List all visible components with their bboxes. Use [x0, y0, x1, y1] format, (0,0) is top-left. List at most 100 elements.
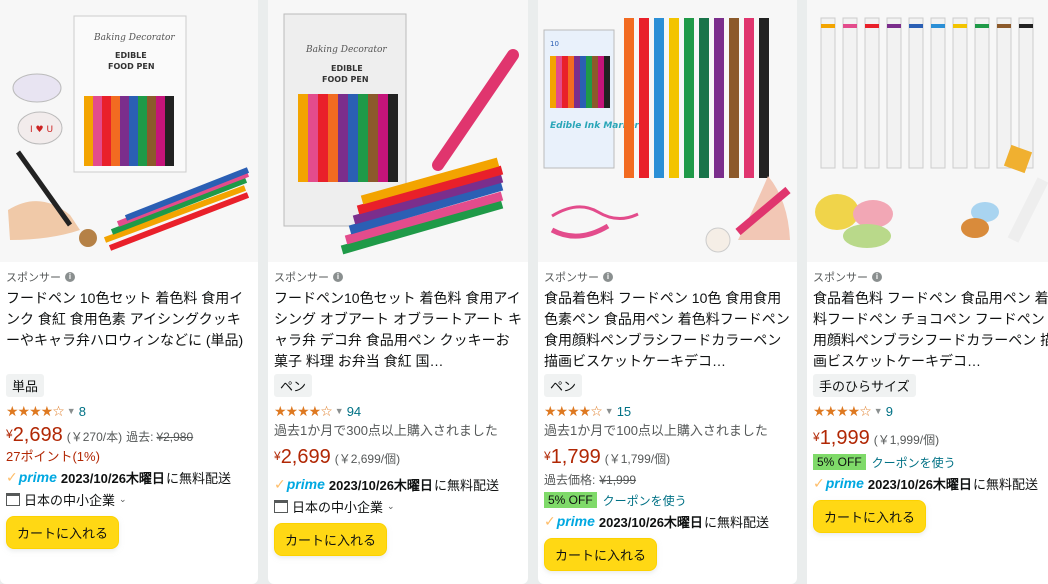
- price[interactable]: 2,699: [281, 446, 331, 469]
- chevron-down-icon[interactable]: ▼: [605, 406, 614, 416]
- prime-check-icon: ✓: [6, 468, 18, 485]
- prime-text: prime: [18, 468, 57, 485]
- prime-check-icon: ✓: [813, 474, 825, 491]
- currency-symbol: ¥: [274, 449, 281, 463]
- review-count[interactable]: 15: [617, 404, 631, 419]
- info-icon[interactable]: i: [65, 272, 75, 282]
- coupon-link[interactable]: クーポンを使う: [603, 492, 687, 509]
- info-icon[interactable]: i: [333, 272, 343, 282]
- product-image[interactable]: Baking Decorator EDIBLE FOOD PEN: [0, 0, 258, 262]
- price[interactable]: 1,799: [551, 446, 601, 469]
- star-icon[interactable]: ★★★★☆: [6, 403, 65, 420]
- price-row[interactable]: ¥ 1,799 (￥1,799/個): [544, 446, 791, 469]
- pens-in-box: [298, 94, 398, 182]
- product-photo: 10 Edible Ink Marker: [538, 0, 797, 262]
- past-price-row: 過去価格: ¥1,999: [544, 471, 791, 488]
- delivery-date: 2023/10/26木曜日: [60, 470, 165, 486]
- small-business-text: 日本の中小企業: [292, 499, 384, 515]
- price-row[interactable]: ¥ 2,699 (￥2,699/個): [274, 446, 522, 469]
- past-price-label: 過去価格:: [544, 473, 596, 487]
- product-card[interactable]: 10 Edible Ink Marker スポンサー i 食品着色料 フードペン…: [538, 0, 797, 584]
- product-title[interactable]: フードペン10色セット 着色料 食用アイシング オブアート オブラートアート キ…: [274, 288, 522, 372]
- product-photo: [807, 0, 1048, 262]
- review-count[interactable]: 8: [79, 404, 86, 419]
- prime-text: prime: [556, 512, 595, 529]
- chevron-down-icon[interactable]: ⌄: [387, 501, 395, 512]
- delivery-date: 2023/10/26木曜日: [867, 476, 972, 492]
- coupon-row[interactable]: 5% OFF クーポンを使う: [813, 452, 1042, 472]
- delivery-row: ✓prime 2023/10/26木曜日 に無料配送: [274, 473, 522, 495]
- variant-chip: 単品: [6, 374, 45, 397]
- delivery-row: ✓prime 2023/10/26木曜日 に無料配送: [544, 510, 791, 532]
- unit-price: (￥270/本): [66, 430, 123, 444]
- price[interactable]: 1,999: [820, 427, 870, 450]
- add-to-cart-button[interactable]: カートに入れる: [6, 516, 120, 549]
- star-icon[interactable]: ★★★★☆: [544, 403, 603, 420]
- prime-check-icon: ✓: [544, 512, 556, 529]
- product-card[interactable]: Baking Decorator EDIBLE FOOD PEN: [0, 0, 258, 584]
- product-title[interactable]: フードペン 10色セット 着色料 食用インク 食紅 食用色素 アイシングクッキー…: [6, 288, 252, 372]
- product-card[interactable]: Baking Decorator EDIBLE FOOD PEN: [268, 0, 528, 584]
- product-image[interactable]: [807, 0, 1048, 262]
- product-photo: Baking Decorator EDIBLE FOOD PEN: [0, 0, 258, 262]
- delivery-row: ✓prime 2023/10/26木曜日 に無料配送: [6, 466, 252, 488]
- rating[interactable]: ★★★★☆ ▼ 8: [6, 401, 252, 421]
- unit-price: (￥1,999/個): [873, 433, 940, 447]
- delivery-suffix: に無料配送: [165, 470, 231, 486]
- price-row[interactable]: ¥ 2,698 (￥270/本) 過去: ¥2,980: [6, 424, 252, 447]
- add-to-cart-button[interactable]: カートに入れる: [813, 500, 927, 533]
- shop-icon: [6, 492, 20, 506]
- product-title[interactable]: 食品着色料 フードペン 10色 食用食用色素ペン 食品用ペン 着色料フードペン …: [544, 288, 791, 372]
- rating[interactable]: ★★★★☆ ▼ 9: [813, 401, 1042, 421]
- bought-count: 過去1か月で100点以上購入されました: [544, 423, 768, 438]
- product-image[interactable]: Baking Decorator EDIBLE FOOD PEN: [268, 0, 528, 262]
- prime-logo: ✓prime: [274, 476, 325, 493]
- bought-count: 過去1か月で300点以上購入されました: [274, 423, 498, 438]
- box-title-text: Baking Decorator: [305, 45, 387, 55]
- unit-price: (￥1,799/個): [604, 452, 671, 466]
- coupon-link[interactable]: クーポンを使う: [872, 454, 956, 471]
- delivery-suffix: に無料配送: [703, 514, 769, 530]
- past-price: ¥2,980: [156, 430, 194, 444]
- product-card[interactable]: スポンサー i 食品着色料 フードペン 食品用ペン 着色料フードペン チョコペン…: [807, 0, 1048, 584]
- review-count[interactable]: 94: [347, 404, 361, 419]
- coupon-badge: 5% OFF: [813, 454, 866, 470]
- star-icon[interactable]: ★★★★☆: [274, 403, 333, 420]
- delivery-row: ✓prime 2023/10/26木曜日 に無料配送: [813, 472, 1042, 494]
- chevron-down-icon[interactable]: ▼: [335, 406, 344, 416]
- chevron-down-icon[interactable]: ⌄: [119, 494, 127, 505]
- info-icon[interactable]: i: [603, 272, 613, 282]
- star-icon[interactable]: ★★★★☆: [813, 403, 872, 420]
- price[interactable]: 2,698: [13, 424, 63, 447]
- box-line2-text: FOOD PEN: [322, 75, 369, 84]
- product-image[interactable]: 10 Edible Ink Marker: [538, 0, 797, 262]
- coupon-row[interactable]: 5% OFF クーポンを使う: [544, 490, 791, 510]
- chevron-down-icon[interactable]: ▼: [67, 406, 76, 416]
- search-results-row: Baking Decorator EDIBLE FOOD PEN I ♥ U ス…: [0, 0, 1048, 584]
- review-count[interactable]: 9: [886, 404, 893, 419]
- delivery-suffix: に無料配送: [433, 477, 499, 493]
- price-row[interactable]: ¥ 1,999 (￥1,999/個): [813, 427, 1042, 450]
- product-title[interactable]: 食品着色料 フードペン 食品用ペン 着色料フードペン チョコペン フードペン 食…: [813, 288, 1048, 372]
- chevron-down-icon[interactable]: ▼: [874, 406, 883, 416]
- variant-chip: ペン: [544, 374, 583, 397]
- currency-symbol: ¥: [813, 430, 820, 444]
- add-to-cart-button[interactable]: カートに入れる: [274, 523, 388, 556]
- sponsored-label[interactable]: スポンサー i: [6, 268, 252, 286]
- rating[interactable]: ★★★★☆ ▼ 15: [544, 401, 791, 421]
- sponsored-text: スポンサー: [6, 272, 61, 284]
- shop-icon: [274, 499, 288, 513]
- delivery-suffix: に無料配送: [972, 476, 1038, 492]
- add-to-cart-button[interactable]: カートに入れる: [544, 538, 658, 571]
- sponsored-label[interactable]: スポンサー i: [813, 268, 1042, 286]
- small-business-badge[interactable]: 日本の中小企業 ⌄: [6, 488, 252, 510]
- variant-chip: 手のひらサイズ: [813, 374, 916, 397]
- rating[interactable]: ★★★★☆ ▼ 94: [274, 401, 522, 421]
- box-line2-text: FOOD PEN: [108, 62, 155, 71]
- sponsored-label[interactable]: スポンサー i: [544, 268, 791, 286]
- small-business-badge[interactable]: 日本の中小企業 ⌄: [274, 495, 522, 517]
- info-icon[interactable]: i: [872, 272, 882, 282]
- delivery-date: 2023/10/26木曜日: [598, 514, 703, 530]
- sponsored-label[interactable]: スポンサー i: [274, 268, 522, 286]
- box-title-text: Baking Decorator: [93, 33, 175, 43]
